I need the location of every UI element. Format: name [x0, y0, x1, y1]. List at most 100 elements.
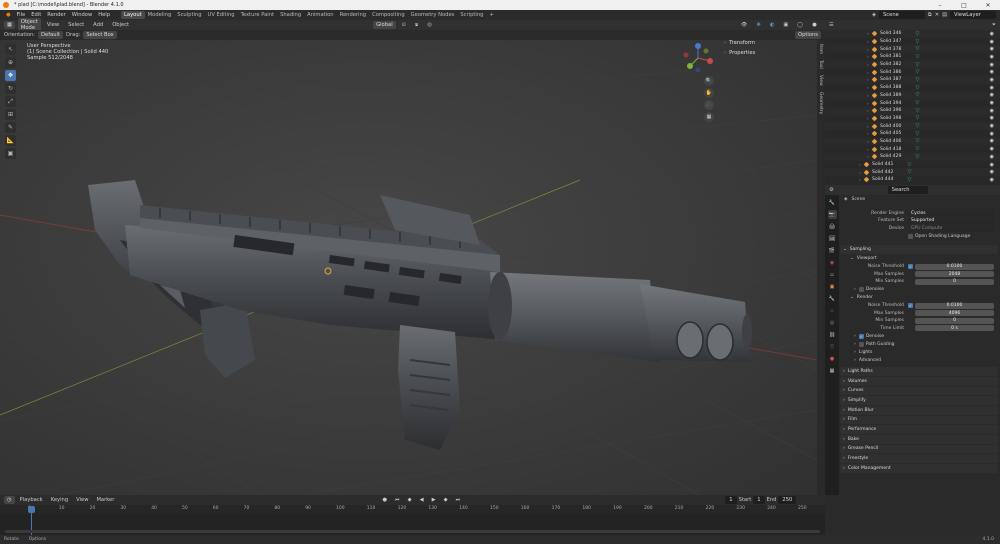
r-denoise-checkbox[interactable]: ✓ — [858, 333, 864, 339]
properties-search-input[interactable]: Search — [887, 186, 928, 194]
end-frame-field[interactable]: 250 — [778, 496, 797, 504]
vp-denoise-subpanel[interactable]: › Denoise — [840, 286, 998, 294]
feature-set-dropdown[interactable]: Supported — [908, 217, 994, 224]
scale-tool-icon[interactable]: ⤢ — [5, 96, 16, 107]
workspace-tab-animation[interactable]: Animation — [304, 11, 336, 19]
path-guiding-subpanel[interactable]: › Path Guiding — [840, 340, 998, 348]
lights-subpanel[interactable]: › Lights — [840, 348, 998, 356]
collection-tab-icon[interactable]: ▫ — [828, 270, 837, 279]
outliner-row[interactable]: › Solid 394 ▽ ◉ — [825, 99, 1000, 107]
sampling-panel-header[interactable]: ⌄ Sampling — [840, 244, 998, 254]
outliner-row[interactable]: › Solid 398 ▽ ◉ — [825, 115, 1000, 123]
keying-menu[interactable]: Keying — [48, 496, 71, 504]
outliner-type-icon[interactable]: ☰ — [829, 22, 834, 28]
workspace-tab-modeling[interactable]: Modeling — [145, 11, 175, 19]
physics-tab-icon[interactable]: ◎ — [828, 318, 837, 327]
eye-icon[interactable]: ◉ — [990, 77, 994, 83]
section-simplify[interactable]: › Simplify — [840, 396, 998, 405]
timeline-scrollbar[interactable] — [5, 530, 820, 533]
add-menu[interactable]: Add — [90, 21, 106, 29]
select-tool-icon[interactable]: ↖ — [5, 44, 16, 55]
section-motion-blur[interactable]: › Motion Blur — [840, 405, 998, 415]
scene-icon[interactable]: ◈ — [872, 12, 876, 18]
eye-icon[interactable]: ◉ — [990, 92, 994, 98]
drag-dropdown[interactable]: Select Box — [83, 31, 117, 39]
move-tool-icon[interactable]: ✥ — [5, 70, 16, 81]
eye-icon[interactable]: ◉ — [990, 123, 994, 129]
viewport-subpanel-header[interactable]: ⌄ Viewport — [840, 255, 998, 263]
path-guiding-checkbox[interactable] — [858, 341, 864, 347]
outliner-row[interactable]: › Solid 444 ▽ ◉ — [825, 176, 1000, 184]
vp-noise-threshold-field[interactable]: 0.0100 — [915, 263, 994, 270]
add-workspace-icon[interactable]: + — [486, 11, 496, 19]
close-icon[interactable]: ✕ — [976, 0, 1000, 10]
outliner-row[interactable]: › Solid 346 ▽ ◉ — [825, 30, 1000, 38]
outliner-row[interactable]: › Solid 441 ▽ ◉ — [825, 161, 1000, 169]
outliner-row[interactable]: › Solid 386 ▽ ◉ — [825, 68, 1000, 76]
maximize-icon[interactable]: □ — [952, 0, 976, 10]
time-limit-field[interactable]: 0 s — [915, 325, 994, 332]
pan-hand-icon[interactable]: ✋ — [704, 88, 714, 98]
workspace-tab-compositing[interactable]: Compositing — [369, 11, 408, 19]
r-denoise-subpanel[interactable]: › ✓ Denoise — [840, 332, 998, 340]
filter-icon[interactable]: ⏷ — [992, 22, 996, 29]
shading-solid-icon[interactable]: ● — [809, 21, 820, 29]
view-layer-tab-icon[interactable]: 🖼 — [828, 234, 837, 243]
section-curves[interactable]: › Curves — [840, 386, 998, 396]
modifier-tab-icon[interactable]: 🔧 — [828, 294, 837, 303]
copy-icon[interactable]: ⧉ — [928, 12, 932, 19]
eye-icon[interactable]: ◉ — [990, 108, 994, 114]
section-freestyle[interactable]: › Freestyle — [840, 454, 998, 463]
section-performance[interactable]: › Performance — [840, 425, 998, 434]
r-max-samples-field[interactable]: 4096 — [915, 310, 994, 317]
editor-type-icon[interactable]: ▦ — [4, 21, 15, 29]
workspace-tab-layout[interactable]: Layout — [121, 11, 145, 19]
workspace-tab-texture-paint[interactable]: Texture Paint — [238, 11, 277, 19]
material-tab-icon[interactable]: ● — [828, 354, 837, 363]
object-menu[interactable]: Object — [109, 21, 132, 29]
eye-icon[interactable]: ◉ — [990, 54, 994, 60]
object-tab-icon[interactable]: ▣ — [828, 282, 837, 291]
shading-wireframe-icon[interactable]: ◯ — [794, 21, 806, 29]
menu-render[interactable]: Render — [44, 12, 68, 18]
eye-icon[interactable]: ◉ — [990, 31, 994, 37]
outliner-row[interactable]: › Solid 405 ▽ ◉ — [825, 130, 1000, 138]
vp-denoise-checkbox[interactable] — [858, 287, 864, 293]
vp-noise-threshold-checkbox[interactable]: ✓ — [908, 264, 913, 270]
eye-icon[interactable]: ◉ — [990, 177, 994, 183]
outliner-row[interactable]: › Solid 396 ▽ ◉ — [825, 106, 1000, 115]
outliner-row[interactable]: › Solid 400 ▽ ◉ — [825, 122, 1000, 130]
outliner-row[interactable]: › Solid 429 ▽ ◉ — [825, 153, 1000, 161]
eye-icon[interactable]: ◉ — [990, 69, 994, 75]
scene-tab-icon[interactable]: 🎬 — [828, 246, 837, 255]
view-layer-icon[interactable]: ▤ — [942, 12, 947, 18]
scene-selector[interactable]: Scene — [879, 11, 926, 19]
overlay-icon[interactable]: ◐ — [767, 21, 778, 29]
eye-icon[interactable]: ◉ — [990, 39, 994, 45]
workspace-tab-shading[interactable]: Shading — [277, 11, 304, 19]
tab-tool[interactable]: Tool — [818, 60, 823, 69]
eye-icon[interactable]: ◉ — [990, 62, 994, 68]
workspace-tab-rendering[interactable]: Rendering — [337, 11, 370, 19]
device-dropdown[interactable]: GPU Compute — [908, 225, 994, 232]
particles-tab-icon[interactable]: ∴ — [828, 306, 837, 315]
outliner-row[interactable]: › Solid 378 ▽ ◉ — [825, 45, 1000, 54]
workspace-tab-uv-editing[interactable]: UV Editing — [205, 11, 238, 19]
ortho-grid-icon[interactable]: ▦ — [704, 112, 714, 122]
menu-window[interactable]: Window — [69, 12, 95, 18]
timeline-editor-type-icon[interactable]: ◷ — [4, 496, 15, 504]
snap-icon[interactable]: ⧈ — [412, 21, 421, 30]
outliner-row[interactable]: › Solid 389 ▽ ◉ — [825, 91, 1000, 100]
section-volumes[interactable]: › Volumes — [840, 376, 998, 386]
zoom-icon[interactable]: 🔍 — [704, 76, 714, 86]
playback-menu[interactable]: Playback — [17, 496, 46, 504]
record-icon[interactable]: ● — [379, 496, 390, 504]
properties-panel-header[interactable]: › Properties — [720, 48, 816, 58]
render-engine-dropdown[interactable]: Cycles — [908, 210, 994, 217]
view-menu[interactable]: View — [44, 21, 62, 29]
timeline-ruler[interactable]: 0102030405060708090100110120130140150160… — [0, 505, 825, 514]
eye-icon[interactable]: ◉ — [990, 115, 994, 121]
jump-end-icon[interactable]: ⏭ — [453, 496, 464, 505]
transform-orientation-dropdown[interactable]: Global — [373, 21, 396, 29]
play-reverse-icon[interactable]: ◀ — [417, 496, 427, 504]
